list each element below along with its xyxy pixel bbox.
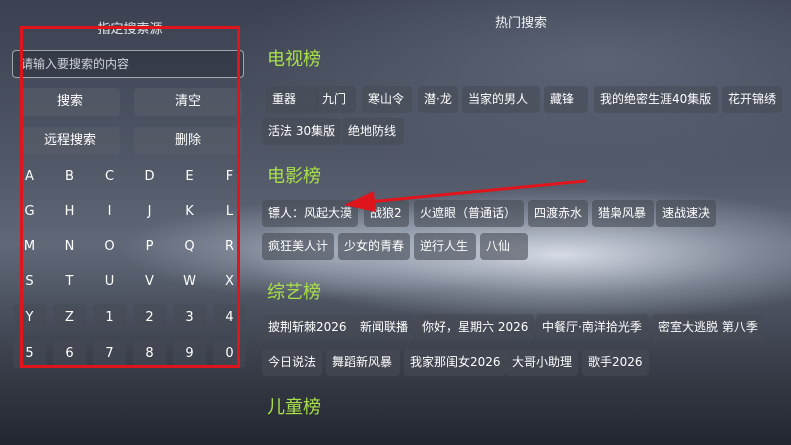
key-m[interactable]: M [13, 233, 46, 261]
key-o[interactable]: O [93, 233, 126, 261]
hot-search-tag[interactable]: 火遮眼（普通话） [414, 200, 524, 227]
key-t[interactable]: T [53, 268, 86, 296]
hot-search-tag[interactable]: 速战速决 [656, 200, 717, 227]
search-button[interactable]: 搜索 [20, 88, 120, 116]
hot-search-tag[interactable]: 披荆斩棘2026 [262, 314, 353, 341]
key-c[interactable]: C [93, 163, 126, 191]
key-p[interactable]: P [133, 233, 166, 261]
key-q[interactable]: Q [173, 233, 206, 261]
hot-search-tag[interactable]: 大哥小助理 [506, 349, 579, 376]
hot-search-tag[interactable]: 你好，星期六 2026 [416, 314, 535, 341]
clear-button[interactable]: 清空 [134, 88, 242, 116]
hot-search-tag[interactable]: 四渡赤水 [528, 200, 589, 227]
hot-search-tag[interactable]: 新闻联播 [354, 314, 415, 341]
key-g[interactable]: G [13, 198, 46, 226]
key-h[interactable]: H [53, 198, 86, 226]
key-a[interactable]: A [13, 163, 46, 191]
remote-search-button[interactable]: 远程搜索 [20, 127, 120, 155]
hot-search-tag[interactable]: 少女的青春 [338, 233, 411, 260]
hot-search-tag[interactable]: 中餐厅·南洋拾光季 [536, 314, 648, 341]
key-6[interactable]: 6 [53, 340, 86, 368]
hot-search-tag[interactable]: 猎枭风暴 [592, 200, 654, 227]
key-v[interactable]: V [133, 268, 166, 296]
key-s[interactable]: S [13, 268, 46, 296]
section-title: 儿童榜 [267, 397, 321, 418]
search-input[interactable] [12, 50, 244, 78]
hot-search-tag[interactable]: 今日说法 [262, 349, 323, 376]
hot-search-tag[interactable]: 藏锋 [544, 86, 588, 113]
hot-search-tag[interactable]: 战狼2 [364, 200, 409, 227]
hot-search-tag[interactable]: 活法 30集版 [262, 118, 342, 145]
key-i[interactable]: I [93, 198, 126, 226]
delete-button[interactable]: 删除 [134, 127, 242, 155]
section-title: 电视榜 [267, 49, 321, 70]
hot-search-tag[interactable]: 密室大逃脱 第八季 [652, 314, 764, 341]
hot-search-tag[interactable]: 疯狂美人计 [262, 233, 335, 260]
key-u[interactable]: U [93, 268, 126, 296]
key-e[interactable]: E [173, 163, 206, 191]
hot-search-tag[interactable]: 舞蹈新风暴 [326, 349, 400, 376]
section-title: 电影榜 [267, 166, 321, 187]
key-f[interactable]: F [213, 163, 246, 191]
key-2[interactable]: 2 [133, 304, 166, 332]
key-5[interactable]: 5 [13, 340, 46, 368]
key-9[interactable]: 9 [173, 340, 206, 368]
key-j[interactable]: J [133, 198, 166, 226]
hot-search-tag[interactable]: 八仙 [480, 233, 528, 260]
search-panel: 指定搜索源 搜索 清空 远程搜索 删除 ABCDEF GHIJKL MNOPQR ST… [0, 0, 262, 445]
key-r[interactable]: R [213, 233, 246, 261]
hot-search-tag[interactable]: 绝地防线 [342, 118, 404, 145]
key-x[interactable]: X [213, 268, 246, 296]
key-z[interactable]: Z [53, 304, 86, 332]
key-7[interactable]: 7 [93, 340, 126, 368]
hot-search-tag[interactable]: 歌手2026 [582, 349, 649, 376]
hot-search-tag[interactable]: 潜·龙 [418, 86, 458, 113]
key-n[interactable]: N [53, 233, 86, 261]
key-w[interactable]: W [173, 268, 206, 296]
hot-search-tag[interactable]: 逆行人生 [414, 233, 476, 260]
hot-search-tag[interactable]: 镖人：风起大漠 [262, 200, 359, 227]
hot-search-tag[interactable]: 寒山令 [362, 86, 412, 113]
hot-search-tag[interactable]: 花开锦绣 [722, 86, 783, 113]
hot-search-tag[interactable]: 重器 [266, 86, 318, 113]
key-l[interactable]: L [213, 198, 246, 226]
key-0[interactable]: 0 [213, 340, 246, 368]
key-k[interactable]: K [173, 198, 206, 226]
key-b[interactable]: B [53, 163, 86, 191]
key-y[interactable]: Y [13, 304, 46, 332]
section-title: 综艺榜 [267, 282, 321, 303]
key-3[interactable]: 3 [173, 304, 206, 332]
key-d[interactable]: D [133, 163, 166, 191]
hot-search-tag[interactable]: 我的绝密生涯40集版 [594, 86, 718, 113]
hot-search-tag[interactable]: 九门 [316, 86, 356, 113]
key-4[interactable]: 4 [213, 304, 246, 332]
hot-search-tag[interactable]: 我家那闺女2026 [404, 349, 507, 376]
key-8[interactable]: 8 [133, 340, 166, 368]
search-source-title[interactable]: 指定搜索源 [60, 18, 200, 37]
key-1[interactable]: 1 [93, 304, 126, 332]
hot-search-tag[interactable]: 当家的男人 [462, 86, 540, 113]
hot-search-title: 热门搜索 [495, 16, 548, 31]
